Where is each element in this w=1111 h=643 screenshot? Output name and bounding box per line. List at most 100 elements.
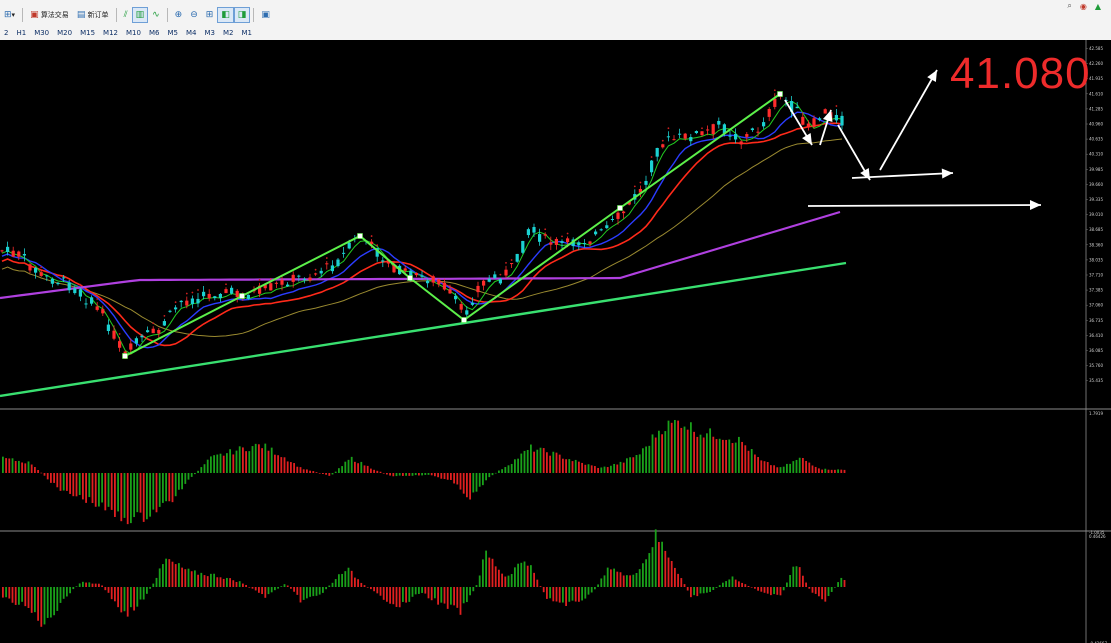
candle-marker [376, 244, 379, 247]
oscillator1-bar [565, 459, 567, 473]
oscillator1-bar [738, 436, 740, 473]
candle-body [319, 270, 323, 274]
timeframe-button[interactable]: M20 [53, 29, 76, 37]
oscillator1-bar [290, 462, 292, 473]
timeframe-button[interactable]: M30 [30, 29, 53, 37]
bar-chart-icon[interactable]: ⫽ [120, 7, 132, 23]
timeframe-button[interactable]: 2 [0, 29, 12, 37]
oscillator1-bar [322, 473, 324, 474]
oscillator2-bar [795, 566, 798, 587]
oscillator2-bar [677, 573, 679, 587]
new-order-button[interactable]: ▤ 新订单 [73, 7, 113, 23]
price-axis-label: 35.435 [1089, 378, 1103, 383]
oscillator1-bar [792, 461, 795, 473]
timeframe-button[interactable]: M3 [200, 29, 219, 37]
candle-body [678, 133, 682, 135]
oscillator1-bar [2, 456, 4, 473]
line-chart-icon[interactable]: ∿ [148, 7, 164, 23]
oscillator1-axis-label: 1.7919 [1089, 411, 1103, 416]
oscillator1-bar [453, 473, 455, 484]
timeframe-button[interactable]: M1 [237, 29, 256, 37]
candle-body [442, 282, 446, 290]
timeframe-button[interactable]: H1 [12, 29, 30, 37]
oscillator1-bar [126, 473, 129, 525]
oscillator1-bar [344, 461, 347, 473]
templates-icon[interactable]: ▣ [257, 7, 274, 23]
candle-body [95, 306, 99, 310]
price-axis-label: 41.610 [1089, 91, 1103, 96]
timeframe-button[interactable]: M15 [76, 29, 99, 37]
oscillator2-bar [462, 587, 465, 604]
chart-shift-icon[interactable]: ◧ [217, 7, 234, 23]
candlestick-chart-icon[interactable]: ▥ [131, 7, 149, 23]
oscillator2-bar [686, 587, 689, 591]
oscillator2-bar [11, 587, 14, 603]
oscillator2-bar [696, 587, 699, 597]
algo-trading-button[interactable]: ▣ 算法交易 [26, 7, 73, 23]
oscillator2-bar [94, 583, 97, 587]
auto-scroll-icon[interactable]: ◨ [233, 7, 251, 23]
signal-icon[interactable]: ▲ [1095, 2, 1101, 11]
grid-icon[interactable]: ⊞ ▾ [0, 7, 19, 23]
oscillator2-bar [232, 580, 235, 587]
timeframe-button[interactable]: M5 [163, 29, 182, 37]
zoom-out-icon[interactable]: ⊖ [186, 7, 202, 23]
candle-marker [667, 127, 670, 130]
candle-body [672, 139, 676, 141]
candle-body [610, 218, 614, 220]
oscillator2-bar [763, 587, 766, 593]
oscillator1-bar [456, 473, 459, 485]
oscillator2-bar [46, 587, 49, 618]
candle-body [213, 296, 217, 299]
oscillator2-bar [581, 587, 583, 601]
oscillator1-bar [267, 450, 270, 473]
candle-body [336, 259, 340, 267]
oscillator2-bar [600, 578, 603, 587]
oscillator2-bar [53, 587, 55, 616]
zoom-in-icon[interactable]: ⊕ [171, 7, 187, 23]
oscillator2-bar [814, 587, 817, 594]
oscillator2-bar [827, 587, 830, 597]
oscillator2-bar [178, 563, 180, 587]
oscillator1-bar [405, 473, 407, 476]
oscillator2-bar [50, 587, 52, 618]
tile-windows-icon[interactable]: ⊞ [202, 7, 218, 23]
search-icon[interactable]: ⌕ [1067, 1, 1071, 11]
candle-body [599, 229, 603, 231]
oscillator1-bar [43, 473, 46, 476]
candle-body [39, 272, 43, 276]
timeframe-button[interactable]: M6 [145, 29, 164, 37]
oscillator2-bar [168, 559, 171, 587]
oscillator2-bar [619, 572, 622, 587]
toolbar-separator [22, 8, 24, 22]
oscillator1-bar [181, 473, 183, 490]
oscillator2-bar [139, 587, 142, 600]
candle-marker [258, 279, 261, 281]
timeframe-button[interactable]: M12 [99, 29, 122, 37]
toolbar-main-row: ⊞ ▾ ▣ 算法交易 ▤ 新订单 ⫽ ▥ ∿ ⊕ ⊖ ⊞ ◧ ◨ ▣ [0, 6, 274, 24]
oscillator2-bar [779, 587, 782, 596]
oscillator2-bar [334, 579, 337, 587]
mailbox-icon[interactable]: ◉ [1080, 2, 1087, 11]
oscillator2-bar [165, 558, 167, 587]
oscillator2-bar [670, 560, 673, 587]
timeframe-button[interactable]: M10 [122, 29, 145, 37]
oscillator1-bar [683, 426, 686, 473]
oscillator2-bar [728, 579, 731, 587]
oscillator2-bar [654, 529, 657, 587]
chart-area[interactable]: 42.585 42.260 41.935 41.610 41.285 40.960 40.6… [0, 40, 1111, 643]
oscillator1-bar [459, 473, 462, 490]
oscillator1-bar [133, 473, 135, 518]
oscillator1-bar [114, 473, 116, 517]
oscillator1-bar [626, 458, 628, 473]
oscillator1-bar [216, 454, 219, 473]
oscillator1-bar [331, 473, 334, 475]
timeframe-button[interactable]: M2 [219, 29, 238, 37]
candle-marker [79, 283, 82, 286]
oscillator1-bar [690, 422, 692, 473]
candle-body [487, 278, 491, 282]
oscillator2-bar [206, 576, 209, 587]
oscillator1-bar [763, 461, 766, 473]
oscillator1-bar [190, 473, 193, 477]
timeframe-button[interactable]: M4 [182, 29, 201, 37]
